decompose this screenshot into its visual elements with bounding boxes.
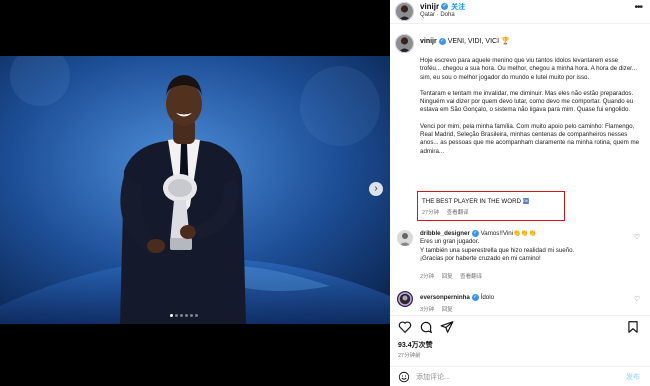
more-icon[interactable]: •••: [634, 2, 642, 13]
avatar[interactable]: [397, 291, 413, 307]
media-panel: ›: [0, 0, 390, 386]
verified-icon: ✓: [471, 230, 479, 237]
verified-icon: ✓: [438, 37, 446, 45]
post-comment-button[interactable]: 发布: [626, 372, 640, 382]
caption-header: vinijr ✓ VENI, VIDI, VICI 🏆: [420, 37, 510, 45]
caption-paragraph: Venci por mim, pela minha família. Com m…: [420, 122, 640, 155]
translate-link[interactable]: 查看翻译: [460, 274, 482, 280]
comment-time: 2分钟: [420, 274, 435, 280]
comment-meta: 2分钟 回复 查看翻译: [420, 272, 488, 280]
highlight-box: [417, 191, 565, 221]
carousel-dot: [170, 314, 173, 317]
heart-icon[interactable]: ♡: [634, 295, 640, 303]
comment-line: Y también una superestrella que hizo rea…: [420, 246, 575, 254]
next-image-button[interactable]: ›: [369, 182, 383, 196]
caption-paragraph: Tentaram e tentam me invalidar, me dimin…: [420, 89, 634, 114]
username-link[interactable]: vinijr: [420, 2, 439, 11]
reply-link[interactable]: 回复: [442, 307, 453, 313]
comment-meta: 3分钟 回复: [420, 305, 459, 313]
translate-link[interactable]: 查看翻译: [447, 210, 469, 216]
verified-icon: ✓: [441, 3, 449, 11]
comment-line: Vamos!!Vini👏👏👏: [480, 230, 537, 238]
bookmark-icon[interactable]: [626, 320, 640, 334]
carousel-dot: [185, 314, 188, 317]
avatar[interactable]: [397, 230, 413, 246]
comment-input[interactable]: [416, 371, 596, 383]
comment-time: 3分钟: [420, 307, 435, 313]
post-details-panel: vinijr ✓ 关注 Qatar · Doha ••• vinijr ✓ VENI,…: [390, 0, 650, 386]
ok-icon: OK: [522, 198, 529, 205]
avatar[interactable]: [395, 34, 414, 53]
post-actions: 93.4万次赞 27分钟前 发布: [390, 315, 650, 386]
highlight-line: THE BEST PLAYER IN THE WORD OK: [422, 198, 529, 205]
verified-icon: ✓: [471, 294, 479, 301]
follow-button[interactable]: 关注: [451, 4, 465, 11]
caption-text: Hoje escrevo para aquele menino que viu …: [420, 57, 640, 164]
post-author: vinijr ✓ 关注: [420, 2, 465, 12]
caption-title: VENI, VIDI, VICI 🏆: [447, 38, 510, 45]
comment-icon[interactable]: [419, 320, 433, 334]
username-link[interactable]: vinijr: [420, 38, 437, 45]
comment-line: ¡Gracias por haberte cruzado en mi camin…: [420, 255, 541, 263]
chevron-right-icon: ›: [374, 183, 378, 194]
avatar[interactable]: [395, 2, 414, 21]
comment-line: Ídolo: [480, 294, 495, 302]
likes-count[interactable]: 93.4万次赞: [398, 340, 433, 350]
post-header: vinijr ✓ 关注 Qatar · Doha •••: [390, 0, 650, 24]
reply-link[interactable]: 回复: [442, 274, 453, 280]
location-link[interactable]: Qatar · Doha: [420, 12, 455, 18]
carousel-dot: [195, 314, 198, 317]
highlight-text: THE BEST PLAYER IN THE WORD: [422, 198, 522, 205]
comment-line: Eres un gran jugador.: [420, 238, 480, 246]
carousel-dot: [175, 314, 178, 317]
username-link[interactable]: eversonperninha: [420, 294, 470, 301]
heart-icon[interactable]: ♡: [634, 233, 640, 241]
post-time: 27分钟前: [398, 353, 421, 359]
comments-section[interactable]: vinijr ✓ VENI, VIDI, VICI 🏆 Hoje escrevo …: [390, 25, 650, 315]
share-icon[interactable]: [440, 320, 454, 334]
carousel-dot: [180, 314, 183, 317]
award-photo-image: [0, 56, 390, 324]
caption-paragraph: Hoje escrevo para aquele menino que viu …: [420, 57, 638, 81]
caption-time: 27分钟: [422, 210, 440, 216]
carousel-indicator: [170, 314, 198, 317]
heart-icon[interactable]: [398, 320, 412, 334]
username-link[interactable]: dribble_designer: [420, 230, 470, 237]
comment-item: eversonperninha ✓ Ídolo: [420, 294, 625, 302]
add-comment-bar: 发布: [390, 366, 650, 386]
caption-meta: 27分钟 查看翻译: [422, 208, 475, 216]
carousel-dot: [190, 314, 193, 317]
comment-item: dribble_designer ✓ Vamos!!Vini👏👏👏 Eres un…: [420, 230, 625, 263]
emoji-icon[interactable]: [398, 371, 410, 383]
post-photo[interactable]: [0, 56, 390, 324]
